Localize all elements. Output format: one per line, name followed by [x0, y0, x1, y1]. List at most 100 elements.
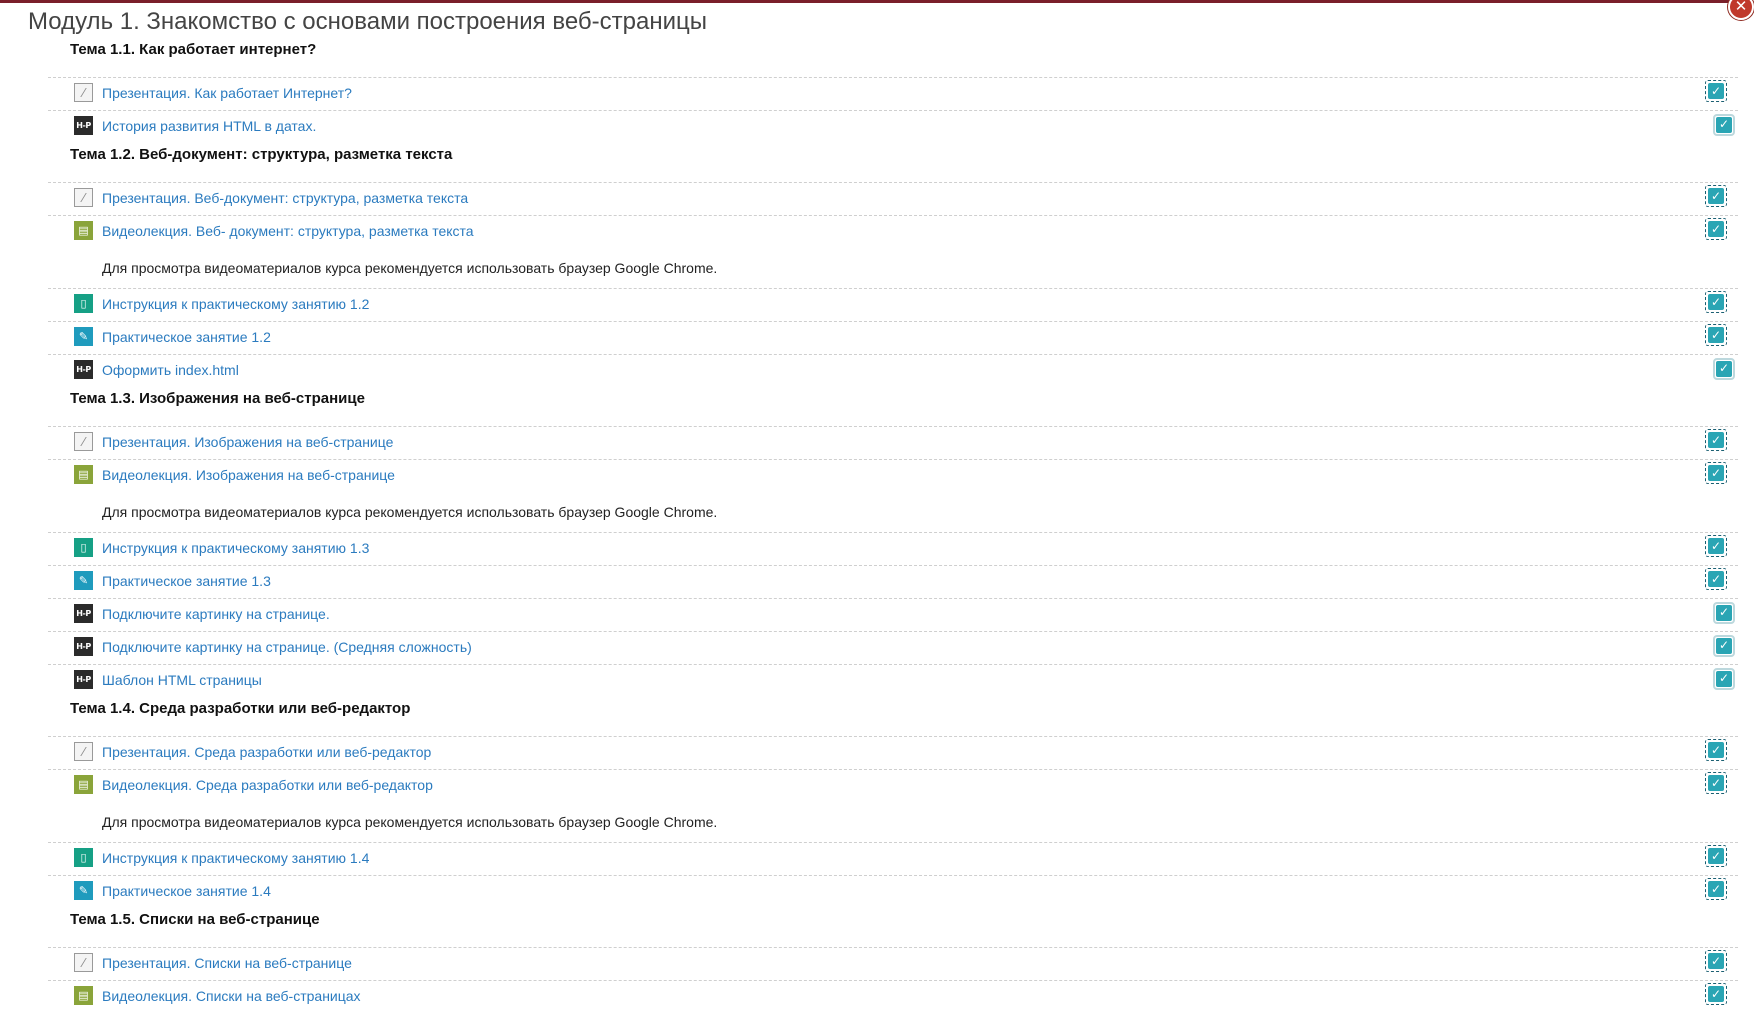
- activity-row: ⁄ Презентация. Среда разработки или веб-р…: [48, 736, 1738, 769]
- checkmark-icon: ✓: [1708, 986, 1724, 1002]
- activity-link[interactable]: Подключите картинку на странице. (Средня…: [102, 639, 472, 655]
- checkmark-icon: ✓: [1708, 188, 1724, 204]
- activity-link[interactable]: Инструкция к практическому занятию 1.2: [102, 296, 369, 312]
- assignment-icon: ✎: [74, 327, 93, 346]
- activity-row: ✎ Практическое занятие 1.2 ✓: [48, 321, 1738, 354]
- pdf-icon: ⁄: [74, 953, 93, 972]
- pdf-icon: ⁄: [74, 432, 93, 451]
- activity-row: H-P Подключите картинку на странице. (Сре…: [48, 631, 1738, 664]
- activity-link[interactable]: История развития HTML в датах.: [102, 118, 316, 134]
- manual-completion-checkbox[interactable]: ✓: [1713, 358, 1735, 380]
- manual-completion-checkbox[interactable]: ✓: [1713, 635, 1735, 657]
- activity-link[interactable]: Видеолекция. Списки на веб-страницах: [102, 988, 361, 1004]
- activity-link[interactable]: Практическое занятие 1.3: [102, 573, 271, 589]
- checkmark-icon: ✓: [1708, 432, 1724, 448]
- activity-row: H-P История развития HTML в датах. ✓: [48, 110, 1738, 143]
- activity-row: ✎ Практическое занятие 1.4 ✓: [48, 875, 1738, 908]
- h5p-icon: H-P: [74, 360, 93, 379]
- auto-completion-indicator: ✓: [1705, 218, 1727, 240]
- checkmark-icon: ✓: [1716, 117, 1732, 133]
- activity-row: ⁄ Презентация. Веб-документ: структура, р…: [48, 182, 1738, 215]
- auto-completion-indicator: ✓: [1705, 324, 1727, 346]
- book-icon: ▯: [74, 848, 93, 867]
- checkmark-icon: ✓: [1708, 83, 1724, 99]
- book-icon: ▯: [74, 294, 93, 313]
- activity-link[interactable]: Презентация. Как работает Интернет?: [102, 85, 352, 101]
- auto-completion-indicator: ✓: [1705, 983, 1727, 1005]
- section-note: Для просмотра видеоматериалов курса реко…: [48, 802, 1738, 842]
- pdf-icon: ⁄: [74, 742, 93, 761]
- activity-row: ▤ Видеолекция. Среда разработки или веб-р…: [48, 769, 1738, 802]
- h5p-icon: H-P: [74, 604, 93, 623]
- activity-row: ▤ Видеолекция. Изображения на веб-страниц…: [48, 459, 1738, 492]
- checkmark-icon: ✓: [1716, 638, 1732, 654]
- pdf-icon: ⁄: [74, 188, 93, 207]
- auto-completion-indicator: ✓: [1705, 878, 1727, 900]
- course-section-list: Тема 1.1. Как работает интернет? ⁄ Презент…: [0, 0, 1754, 1005]
- checkmark-icon: ✓: [1708, 465, 1724, 481]
- checkmark-icon: ✓: [1708, 538, 1724, 554]
- auto-completion-indicator: ✓: [1705, 185, 1727, 207]
- activity-row: ✎ Практическое занятие 1.3 ✓: [48, 565, 1738, 598]
- auto-completion-indicator: ✓: [1705, 772, 1727, 794]
- checkmark-icon: ✓: [1708, 294, 1724, 310]
- h5p-icon: H-P: [74, 116, 93, 135]
- manual-completion-checkbox[interactable]: ✓: [1713, 602, 1735, 624]
- auto-completion-indicator: ✓: [1705, 535, 1727, 557]
- note-text: Для просмотра видеоматериалов курса реко…: [102, 260, 718, 276]
- activity-row: ⁄ Презентация. Списки на веб-странице ✓: [48, 947, 1738, 980]
- topic-heading: Тема 1.3. Изображения на веб-странице: [70, 390, 365, 407]
- checkmark-icon: ✓: [1708, 775, 1724, 791]
- topic-heading: Тема 1.5. Списки на веб-странице: [70, 911, 320, 928]
- topic-heading: Тема 1.4. Среда разработки или веб-редак…: [70, 700, 411, 717]
- activity-link[interactable]: Презентация. Списки на веб-странице: [102, 955, 352, 971]
- activity-link[interactable]: Видеолекция. Среда разработки или веб-ре…: [102, 777, 433, 793]
- manual-completion-checkbox[interactable]: ✓: [1713, 668, 1735, 690]
- section-note: Для просмотра видеоматериалов курса реко…: [48, 248, 1738, 288]
- video-icon: ▤: [74, 986, 93, 1005]
- activity-link[interactable]: Видеолекция. Изображения на веб-странице: [102, 467, 395, 483]
- note-text: Для просмотра видеоматериалов курса реко…: [102, 814, 718, 830]
- activity-row: ▤ Видеолекция. Веб- документ: структура, …: [48, 215, 1738, 248]
- activity-link[interactable]: Шаблон HTML страницы: [102, 672, 262, 688]
- activity-link[interactable]: Инструкция к практическому занятию 1.4: [102, 850, 369, 866]
- auto-completion-indicator: ✓: [1705, 80, 1727, 102]
- activity-row: ▯ Инструкция к практическому занятию 1.4 ✓: [48, 842, 1738, 875]
- checkmark-icon: ✓: [1708, 881, 1724, 897]
- checkmark-icon: ✓: [1716, 671, 1732, 687]
- video-icon: ▤: [74, 221, 93, 240]
- auto-completion-indicator: ✓: [1705, 950, 1727, 972]
- activity-row: ▯ Инструкция к практическому занятию 1.2 ✓: [48, 288, 1738, 321]
- activity-link[interactable]: Оформить index.html: [102, 362, 239, 378]
- activity-link[interactable]: Подключите картинку на странице.: [102, 606, 330, 622]
- checkmark-icon: ✓: [1708, 742, 1724, 758]
- activity-link[interactable]: Практическое занятие 1.2: [102, 329, 271, 345]
- activity-link[interactable]: Инструкция к практическому занятию 1.3: [102, 540, 369, 556]
- checkmark-icon: ✓: [1716, 361, 1732, 377]
- note-text: Для просмотра видеоматериалов курса реко…: [102, 504, 718, 520]
- video-icon: ▤: [74, 775, 93, 794]
- section-note: Для просмотра видеоматериалов курса реко…: [48, 492, 1738, 532]
- checkmark-icon: ✓: [1708, 953, 1724, 969]
- h5p-icon: H-P: [74, 637, 93, 656]
- checkmark-icon: ✓: [1708, 848, 1724, 864]
- activity-row: ⁄ Презентация. Как работает Интернет? ✓: [48, 77, 1738, 110]
- activity-row: H-P Подключите картинку на странице. ✓: [48, 598, 1738, 631]
- activity-link[interactable]: Презентация. Веб-документ: структура, ра…: [102, 190, 468, 206]
- checkmark-icon: ✓: [1716, 605, 1732, 621]
- h5p-icon: H-P: [74, 670, 93, 689]
- assignment-icon: ✎: [74, 571, 93, 590]
- checkmark-icon: ✓: [1708, 221, 1724, 237]
- topic-heading: Тема 1.2. Веб-документ: структура, разме…: [70, 146, 453, 163]
- activity-row: ⁄ Презентация. Изображения на веб-страниц…: [48, 426, 1738, 459]
- activity-link[interactable]: Видеолекция. Веб- документ: структура, р…: [102, 223, 474, 239]
- video-icon: ▤: [74, 465, 93, 484]
- activity-link[interactable]: Практическое занятие 1.4: [102, 883, 271, 899]
- manual-completion-checkbox[interactable]: ✓: [1713, 114, 1735, 136]
- auto-completion-indicator: ✓: [1705, 462, 1727, 484]
- activity-link[interactable]: Презентация. Изображения на веб-странице: [102, 434, 393, 450]
- auto-completion-indicator: ✓: [1705, 291, 1727, 313]
- checkmark-icon: ✓: [1708, 571, 1724, 587]
- activity-link[interactable]: Презентация. Среда разработки или веб-ре…: [102, 744, 431, 760]
- auto-completion-indicator: ✓: [1705, 739, 1727, 761]
